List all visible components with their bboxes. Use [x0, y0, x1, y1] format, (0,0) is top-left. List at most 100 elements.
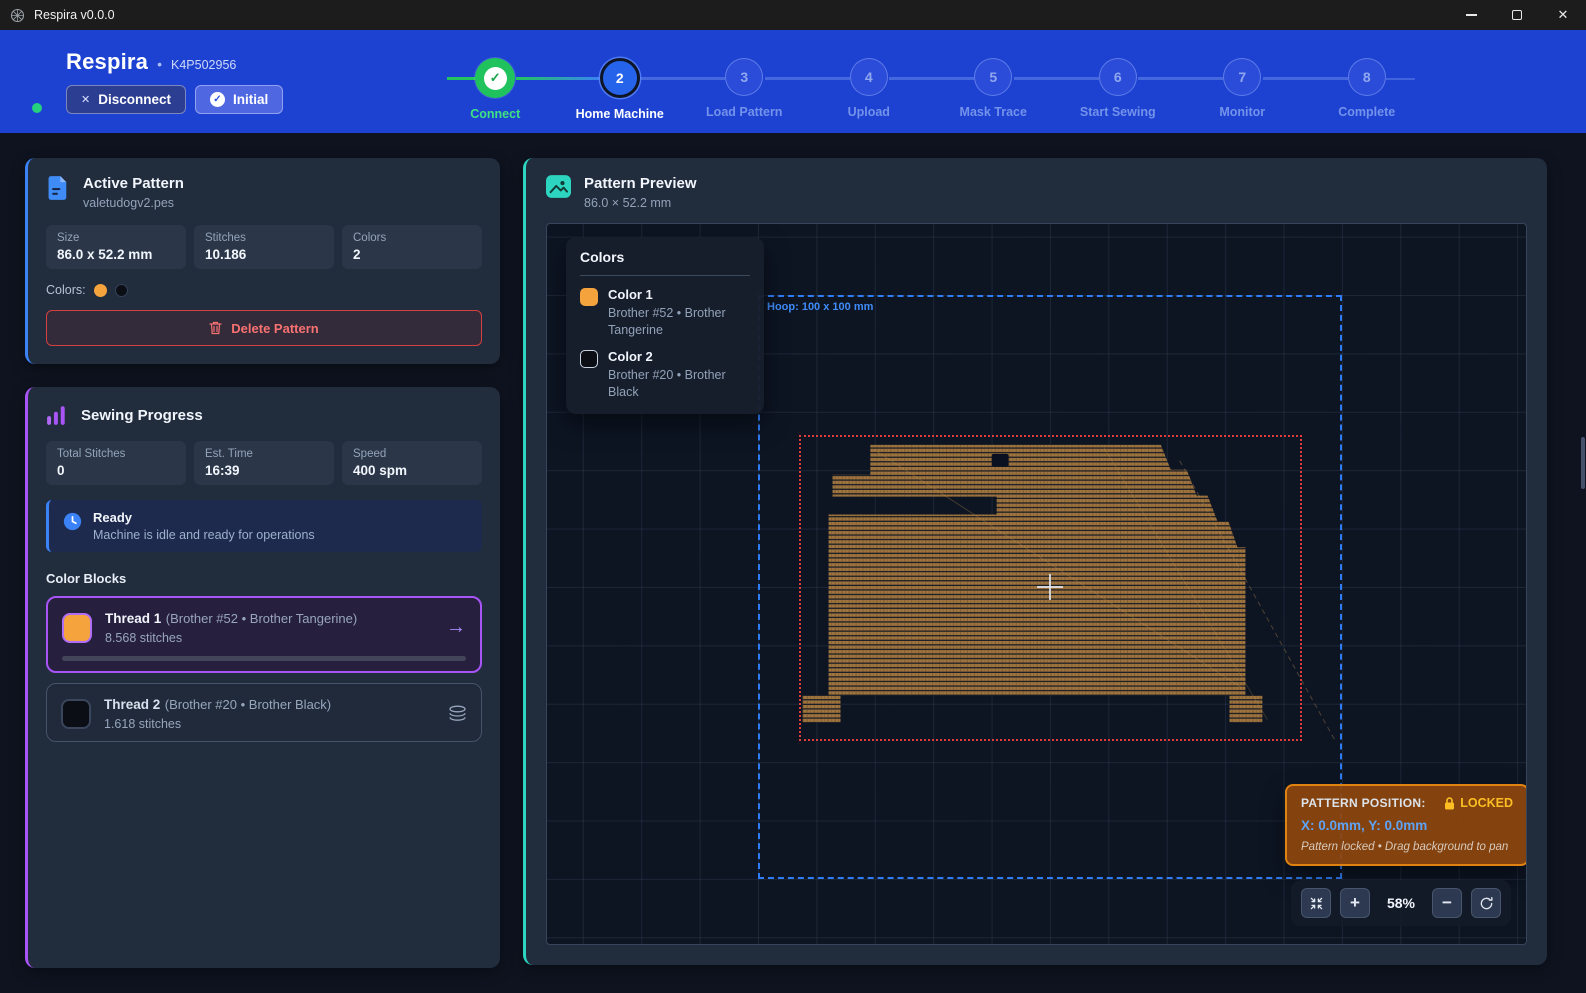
initial-check-icon: ✓ [210, 92, 225, 107]
stat-value: 16:39 [205, 463, 323, 478]
position-label: PATTERN POSITION: [1301, 796, 1426, 810]
layers-icon [448, 705, 467, 722]
step-complete-circle[interactable]: 8 [1348, 58, 1386, 96]
pattern-dimensions: 86.0 × 52.2 mm [584, 196, 697, 210]
stepper-connector [889, 77, 974, 80]
stat-colors: Colors 2 [342, 225, 482, 269]
color-blocks-label: Color Blocks [46, 571, 482, 586]
step-home-machine[interactable]: 2 Home Machine [558, 58, 683, 121]
step-load-pattern-circle[interactable]: 3 [725, 58, 763, 96]
stat-value: 2 [353, 247, 471, 262]
pattern-preview-card: Pattern Preview 86.0 × 52.2 mm Hoop: 100… [523, 158, 1547, 965]
active-pattern-card: Active Pattern valetudogv2.pes Size 86.0… [25, 158, 500, 364]
thread-2-name: Thread 2 [104, 697, 160, 712]
thread-2-detail: (Brother #20 • Brother Black) [165, 697, 331, 712]
stepper-connector [1263, 77, 1348, 80]
pattern-position-overlay: PATTERN POSITION: LOCKED X: 0.0mm, Y: 0.… [1285, 784, 1527, 866]
step-mask-trace-circle[interactable]: 5 [974, 58, 1012, 96]
position-coordinates: X: 0.0mm, Y: 0.0mm [1301, 818, 1513, 833]
pattern-filename: valetudogv2.pes [83, 196, 184, 210]
brand-bullet: • [157, 56, 162, 72]
divider [580, 275, 750, 276]
connection-status-dot [32, 103, 42, 113]
thread-1-name: Thread 1 [105, 611, 161, 626]
color-swatch-2 [115, 284, 128, 297]
clock-icon [63, 512, 82, 531]
step-load-pattern-label: Load Pattern [706, 105, 782, 119]
fit-to-view-button[interactable] [1301, 888, 1331, 918]
step-monitor-circle[interactable]: 7 [1223, 58, 1261, 96]
step-upload-circle[interactable]: 4 [850, 58, 888, 96]
machine-status-box: Ready Machine is idle and ready for oper… [46, 500, 482, 552]
stepper-trailing-line [1386, 78, 1415, 80]
zoom-toolbar: + 58% − [1291, 880, 1511, 926]
delete-pattern-button[interactable]: Delete Pattern [46, 310, 482, 346]
step-number: 5 [989, 69, 997, 85]
step-connect-circle[interactable]: ✓ [475, 58, 515, 98]
step-number: 4 [865, 69, 873, 85]
step-monitor[interactable]: 7 Monitor [1180, 58, 1305, 121]
file-icon [46, 175, 70, 201]
thread-1-progress-bar [62, 656, 466, 661]
zoom-level: 58% [1379, 895, 1423, 911]
step-number: 7 [1238, 69, 1246, 85]
plus-icon: + [1350, 893, 1360, 913]
zoom-out-button[interactable]: − [1432, 888, 1462, 918]
reset-view-button[interactable] [1471, 888, 1501, 918]
step-complete-label: Complete [1338, 105, 1395, 119]
stepper-leading-line [447, 77, 476, 80]
thread-1-swatch [62, 613, 92, 643]
initial-button[interactable]: ✓ Initial [195, 85, 283, 114]
disconnect-label: Disconnect [98, 92, 171, 107]
step-mask-trace[interactable]: 5 Mask Trace [931, 58, 1056, 121]
disconnect-button[interactable]: ✕ Disconnect [66, 85, 186, 114]
arrows-in-icon [1309, 896, 1324, 911]
legend-swatch-1 [580, 288, 598, 306]
maximize-button[interactable] [1494, 0, 1540, 30]
delete-pattern-label: Delete Pattern [231, 321, 318, 336]
sewing-progress-title: Sewing Progress [81, 407, 203, 424]
arrow-right-icon[interactable]: → [446, 616, 466, 639]
stat-speed: Speed 400 spm [342, 441, 482, 485]
scrollbar[interactable] [1581, 437, 1585, 489]
pattern-preview-canvas[interactable]: Hoop: 100 x 100 mm [546, 223, 1527, 945]
thread-1-stitches: 8.568 stitches [105, 631, 357, 645]
maximize-icon [1512, 10, 1522, 20]
step-home-machine-circle[interactable]: 2 [600, 58, 640, 98]
stat-stitches: Stitches 10.186 [194, 225, 334, 269]
stat-label: Speed [353, 448, 471, 460]
thread-2-card[interactable]: Thread 2 (Brother #20 • Brother Black) 1… [46, 683, 482, 742]
minus-icon: − [1442, 893, 1452, 913]
stat-label: Size [57, 232, 175, 244]
step-upload[interactable]: 4 Upload [807, 58, 932, 121]
legend-desc: Brother #20 • Brother Black [608, 367, 750, 401]
step-number: 6 [1114, 69, 1122, 85]
thread-1-card[interactable]: Thread 1 (Brother #52 • Brother Tangerin… [46, 596, 482, 673]
minimize-button[interactable] [1448, 0, 1494, 30]
brand-name: Respira [66, 49, 148, 75]
close-icon: ✕ [1558, 7, 1569, 23]
stat-size: Size 86.0 x 52.2 mm [46, 225, 186, 269]
stat-value: 0 [57, 463, 175, 478]
stepper-connector [1014, 77, 1099, 80]
close-button[interactable]: ✕ [1540, 0, 1586, 30]
step-connect[interactable]: ✓ Connect [433, 58, 558, 121]
position-hint: Pattern locked • Drag background to pan [1301, 841, 1513, 853]
step-start-sewing[interactable]: 6 Start Sewing [1056, 58, 1181, 121]
legend-name: Color 1 [608, 287, 750, 302]
step-load-pattern[interactable]: 3 Load Pattern [682, 58, 807, 121]
center-crosshair [1037, 586, 1063, 588]
legend-desc: Brother #52 • Brother Tangerine [608, 305, 750, 339]
stat-label: Est. Time [205, 448, 323, 460]
status-description: Machine is idle and ready for operations [93, 528, 315, 542]
zoom-in-button[interactable]: + [1340, 888, 1370, 918]
window-title: Respira v0.0.0 [34, 8, 115, 22]
locked-badge: LOCKED [1460, 796, 1513, 810]
step-start-sewing-circle[interactable]: 6 [1099, 58, 1137, 96]
step-home-machine-label: Home Machine [576, 107, 664, 121]
step-number: 3 [740, 69, 748, 85]
lock-icon [1444, 797, 1455, 810]
stat-est-time: Est. Time 16:39 [194, 441, 334, 485]
step-complete[interactable]: 8 Complete [1305, 58, 1430, 121]
step-number: 8 [1363, 69, 1371, 85]
